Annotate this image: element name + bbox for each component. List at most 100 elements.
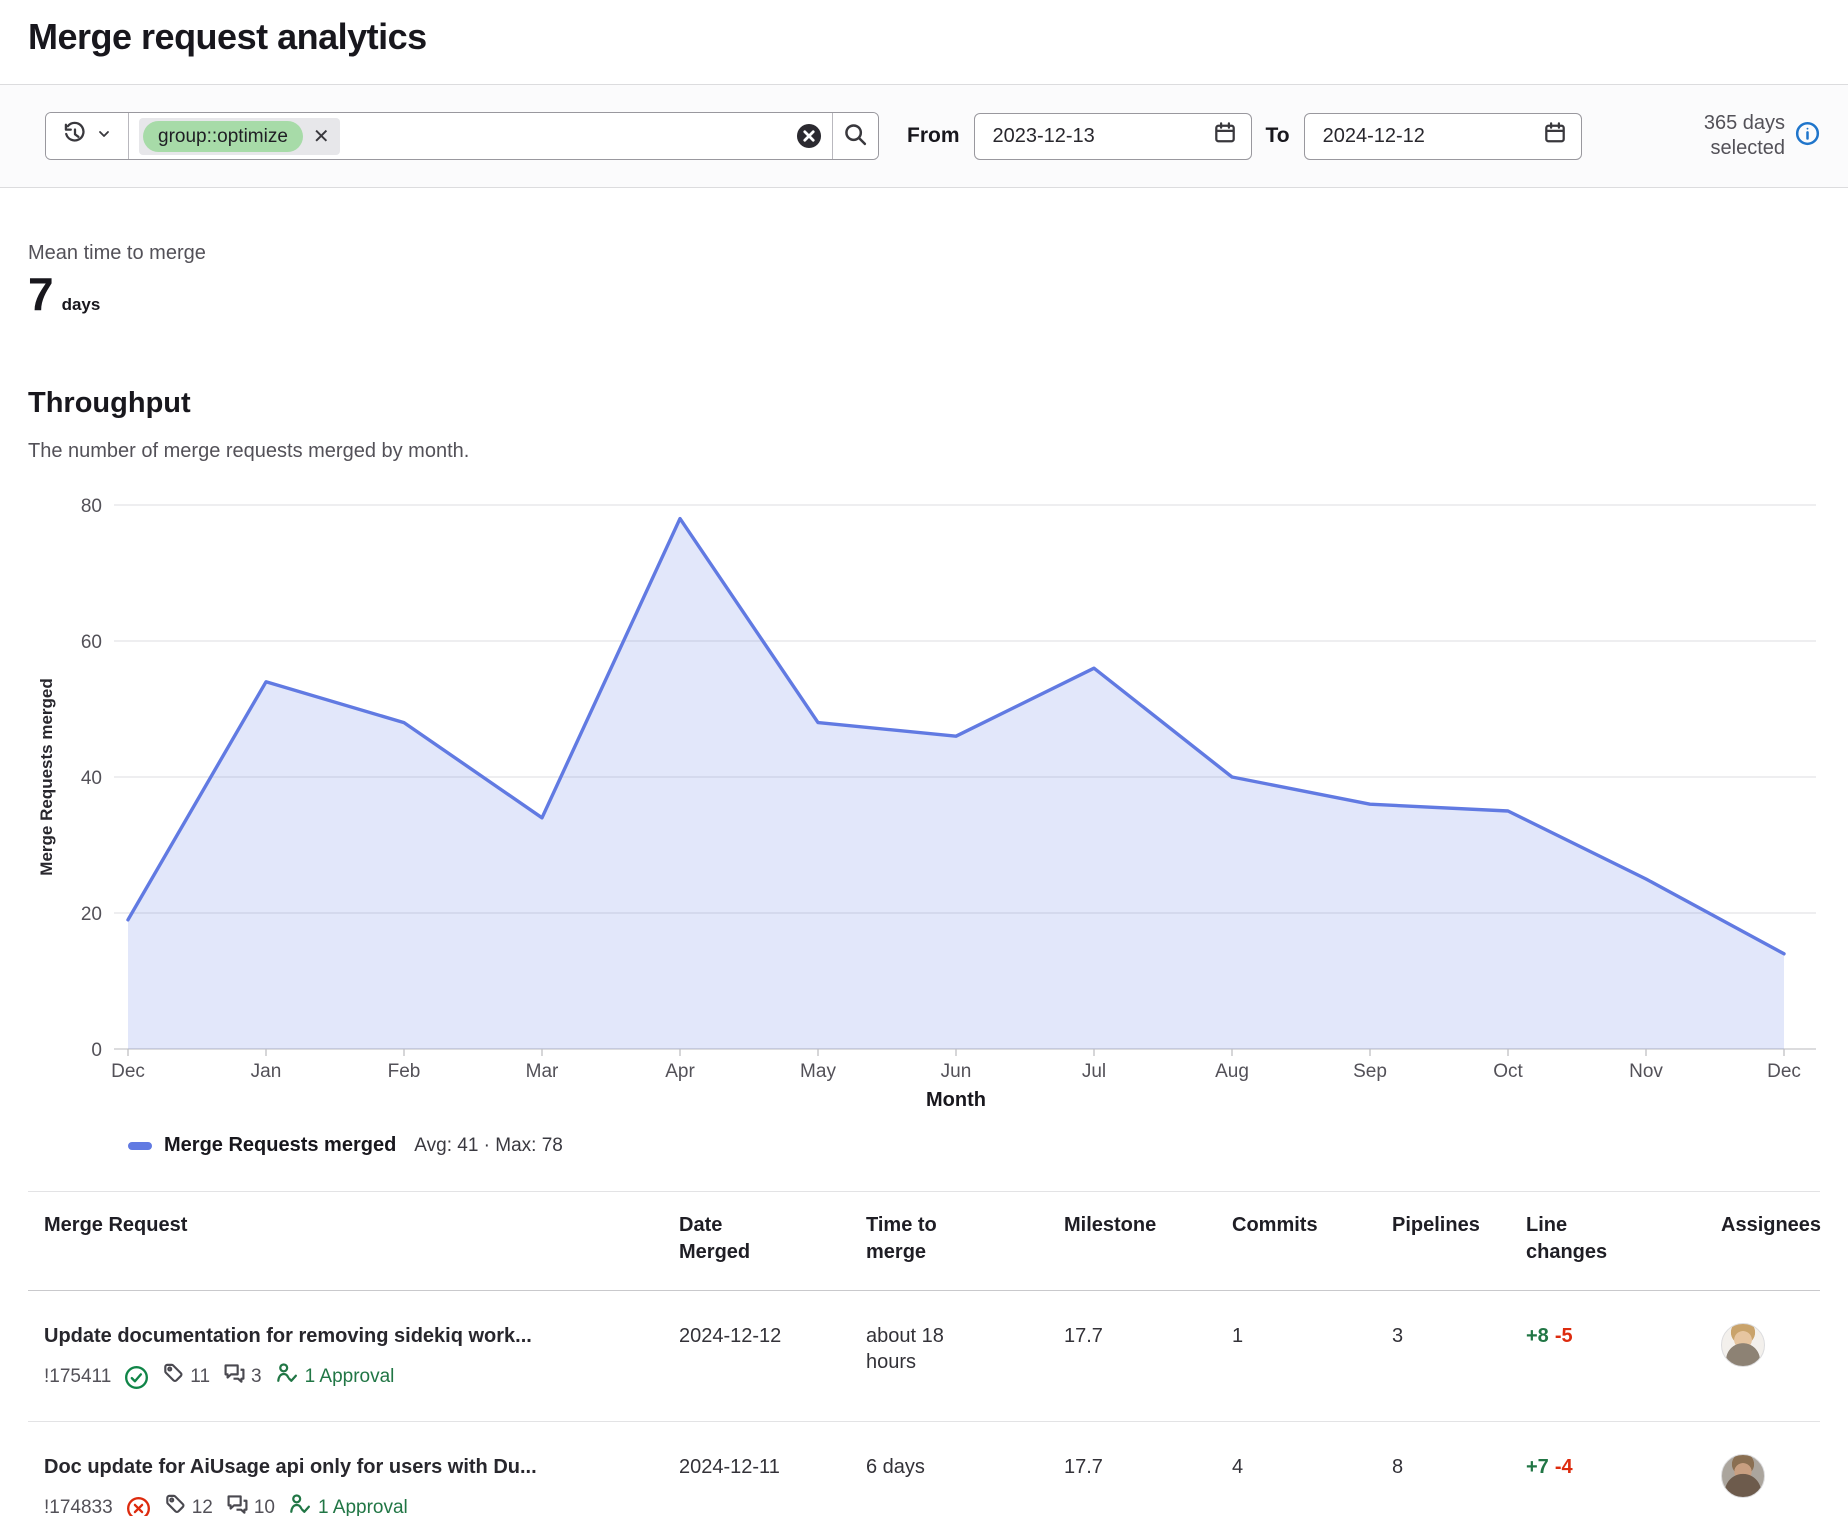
labels-count[interactable]: 12 <box>164 1493 213 1516</box>
filter-bar: group::optimize ✕ From 2023-12-13 <box>0 84 1848 188</box>
search-input-area[interactable]: group::optimize ✕ <box>129 113 832 159</box>
svg-text:80: 80 <box>81 496 102 517</box>
page-title: Merge request analytics <box>28 16 1820 58</box>
col-milestone: Milestone <box>1048 1192 1216 1290</box>
search-history-button[interactable] <box>46 113 129 159</box>
from-date-input[interactable]: 2023-12-13 <box>974 113 1252 160</box>
svg-text:Jul: Jul <box>1082 1061 1106 1082</box>
col-merge-request: Merge Request <box>28 1192 663 1290</box>
svg-text:Mar: Mar <box>526 1061 559 1082</box>
comments-icon <box>226 1493 249 1516</box>
svg-text:May: May <box>800 1061 836 1082</box>
svg-text:0: 0 <box>91 1040 102 1061</box>
mr-title-link[interactable]: Doc update for AiUsage api only for user… <box>44 1454 651 1480</box>
comments-count[interactable]: 3 <box>223 1362 262 1393</box>
commits-cell: 1 <box>1216 1291 1376 1421</box>
approval-icon <box>288 1492 312 1516</box>
svg-text:Aug: Aug <box>1215 1061 1249 1082</box>
history-icon <box>62 121 88 152</box>
legend-stats: Avg: 41 · Max: 78 <box>414 1135 563 1157</box>
calendar-icon <box>1213 121 1237 151</box>
from-date-value: 2023-12-13 <box>993 125 1095 148</box>
metric-unit: days <box>62 295 101 315</box>
throughput-description: The number of merge requests merged by m… <box>28 440 1820 463</box>
metric-label: Mean time to merge <box>28 242 1820 265</box>
approval-icon <box>275 1361 299 1393</box>
merge-request-table: Merge Request Date Merged Time to merge … <box>28 1191 1820 1516</box>
line-changes-cell: +7-4 <box>1510 1422 1705 1516</box>
approvals[interactable]: 1 Approval <box>288 1492 408 1516</box>
to-date-input[interactable]: 2024-12-12 <box>1304 113 1582 160</box>
pipeline-status-icon[interactable] <box>126 1496 151 1516</box>
svg-text:Dec: Dec <box>111 1061 145 1082</box>
table-row: Update documentation for removing sideki… <box>28 1291 1820 1422</box>
svg-text:Merge Requests merged: Merge Requests merged <box>37 678 56 875</box>
search-submit-button[interactable] <box>832 113 878 159</box>
pipelines-cell: 3 <box>1376 1291 1510 1421</box>
svg-text:Nov: Nov <box>1629 1061 1663 1082</box>
svg-text:Feb: Feb <box>388 1061 421 1082</box>
col-time-to-merge: Time to merge <box>850 1192 1048 1290</box>
col-commits: Commits <box>1216 1192 1376 1290</box>
filter-token[interactable]: group::optimize ✕ <box>139 118 340 155</box>
mr-iid: !175411 <box>44 1364 111 1390</box>
svg-text:Jan: Jan <box>251 1061 282 1082</box>
svg-text:20: 20 <box>81 904 102 925</box>
assignees-cell <box>1705 1291 1820 1421</box>
area-chart: 0 20 40 60 80 Dec Jan Feb Mar Apr May Jun Jul Aug Sep O… <box>28 487 1820 1087</box>
svg-text:40: 40 <box>81 768 102 789</box>
svg-text:60: 60 <box>81 632 102 653</box>
pipelines-cell: 8 <box>1376 1422 1510 1516</box>
milestone-cell: 17.7 <box>1048 1291 1216 1421</box>
filter-token-label: group::optimize <box>143 121 303 152</box>
commits-cell: 4 <box>1216 1422 1376 1516</box>
chart-legend[interactable]: Merge Requests merged Avg: 41 · Max: 78 <box>128 1134 1820 1157</box>
clear-search-button[interactable] <box>796 123 822 149</box>
pipeline-status-icon[interactable] <box>124 1365 149 1390</box>
comments-count[interactable]: 10 <box>226 1493 275 1516</box>
legend-swatch <box>128 1142 152 1150</box>
col-line-changes: Line changes <box>1510 1192 1705 1290</box>
approvals[interactable]: 1 Approval <box>275 1361 395 1393</box>
svg-text:Apr: Apr <box>665 1061 695 1082</box>
filtered-search-input[interactable]: group::optimize ✕ <box>45 112 879 160</box>
svg-text:Dec: Dec <box>1767 1061 1801 1082</box>
assignee-avatar[interactable] <box>1721 1323 1765 1367</box>
line-changes-cell: +8-5 <box>1510 1291 1705 1421</box>
date-merged-cell: 2024-12-11 <box>663 1422 850 1516</box>
assignee-avatar[interactable] <box>1721 1454 1765 1498</box>
chevron-down-icon <box>96 126 112 147</box>
legend-label: Merge Requests merged <box>164 1134 396 1157</box>
col-pipelines: Pipelines <box>1376 1192 1510 1290</box>
labels-count[interactable]: 11 <box>162 1362 210 1393</box>
milestone-cell: 17.7 <box>1048 1422 1216 1516</box>
label-icon <box>164 1493 187 1516</box>
info-icon[interactable] <box>1795 121 1820 151</box>
days-selected: 365 days selected <box>1675 111 1820 161</box>
mr-iid: !174833 <box>44 1495 113 1516</box>
clear-circle-icon <box>796 123 822 149</box>
comments-icon <box>223 1362 246 1393</box>
days-selected-text: 365 days selected <box>1675 111 1785 161</box>
date-range: From 2023-12-13 To 2024-12-12 <box>907 113 1582 160</box>
mr-title-link[interactable]: Update documentation for removing sideki… <box>44 1323 651 1349</box>
filter-token-remove-icon[interactable]: ✕ <box>313 124 330 149</box>
calendar-icon <box>1543 121 1567 151</box>
to-date-value: 2024-12-12 <box>1323 125 1425 148</box>
svg-text:Oct: Oct <box>1493 1061 1523 1082</box>
throughput-chart: 0 20 40 60 80 Dec Jan Feb Mar Apr May Jun Jul Aug Sep O… <box>28 487 1820 1157</box>
date-merged-cell: 2024-12-12 <box>663 1291 850 1421</box>
svg-text:Sep: Sep <box>1353 1061 1387 1082</box>
throughput-heading: Throughput <box>28 387 1820 420</box>
mean-time-to-merge-metric: Mean time to merge 7 days <box>28 242 1820 321</box>
from-label: From <box>907 124 960 148</box>
search-icon <box>843 122 868 150</box>
svg-text:Jun: Jun <box>941 1061 972 1082</box>
col-date-merged: Date Merged <box>663 1192 850 1290</box>
assignees-cell <box>1705 1422 1820 1516</box>
col-assignees: Assignees <box>1705 1192 1820 1290</box>
table-header-row: Merge Request Date Merged Time to merge … <box>28 1192 1820 1291</box>
label-icon <box>162 1362 185 1393</box>
time-to-merge-cell: about 18 hours <box>850 1291 1048 1421</box>
x-axis-title: Month <box>60 1089 1848 1112</box>
